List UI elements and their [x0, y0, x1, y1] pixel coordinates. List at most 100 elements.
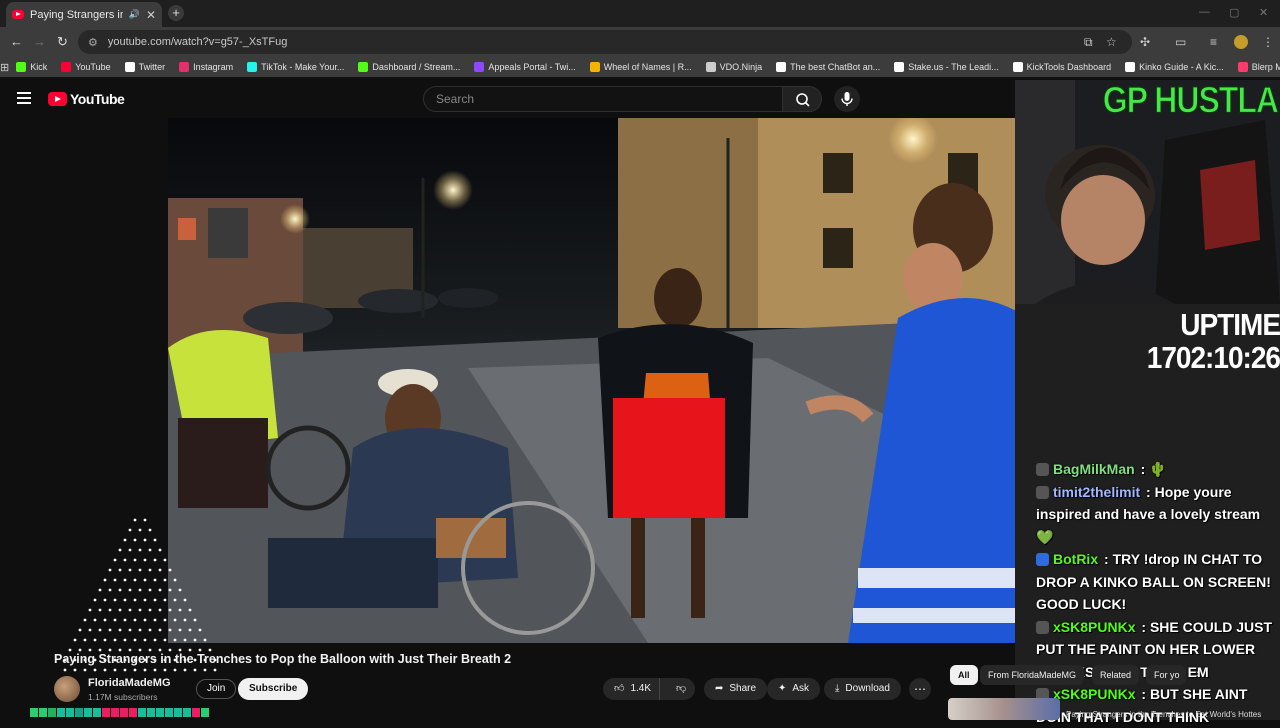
- bookmark-item[interactable]: Kick: [9, 62, 54, 72]
- media-control-icon[interactable]: ≡: [1210, 35, 1217, 49]
- bookmark-item[interactable]: Blerp Memes | Best...: [1231, 62, 1280, 72]
- bookmark-item[interactable]: KickTools Dashboard: [1006, 62, 1119, 72]
- chat-username: BagMilkMan: [1053, 461, 1135, 477]
- bookmark-item[interactable]: Instagram: [172, 62, 240, 72]
- dislike-button[interactable]: 👎︎: [666, 678, 696, 700]
- next-video-title[interactable]: Paying Strangers in the Trenches to Eat …: [1066, 710, 1261, 719]
- decoration-dot: [143, 598, 147, 602]
- webcam-feed: GP HUSTLA: [1015, 80, 1280, 304]
- search-input[interactable]: Search: [423, 86, 783, 112]
- decoration-dot: [138, 608, 142, 612]
- reload-icon[interactable]: ↻: [57, 34, 68, 50]
- decoration-dot: [108, 628, 112, 632]
- decoration-dot: [203, 638, 207, 642]
- bookmark-star-icon[interactable]: ☆: [1106, 35, 1117, 49]
- decoration-dot: [123, 538, 127, 542]
- back-arrow-icon[interactable]: ←: [10, 34, 23, 49]
- site-info-icon[interactable]: ⚙: [88, 36, 98, 49]
- bookmark-item[interactable]: Kinko Guide - A Kic...: [1118, 62, 1231, 72]
- bookmark-item[interactable]: Appeals Portal - Twi...: [467, 62, 582, 72]
- download-button[interactable]: ⤓ Download: [824, 678, 901, 700]
- decoration-dot: [143, 668, 147, 672]
- color-strip-cell: [129, 708, 137, 717]
- video-player[interactable]: [168, 118, 1015, 643]
- forward-arrow-icon[interactable]: →: [33, 34, 46, 49]
- chip-related[interactable]: Related: [1092, 665, 1140, 685]
- address-bar[interactable]: ⚙ youtube.com/watch?v=g57-_XsTFug: [78, 30, 1132, 54]
- next-video-thumbnail[interactable]: [948, 698, 1060, 720]
- bookmark-item[interactable]: Dashboard / Stream...: [351, 62, 467, 72]
- decoration-dot: [148, 628, 152, 632]
- decoration-dot: [188, 628, 192, 632]
- menu-kebab-icon[interactable]: ⋮: [1262, 35, 1274, 49]
- browser-tab-active[interactable]: Paying Strangers in the Tren 🔊 ✕: [6, 2, 162, 27]
- decoration-dot: [103, 578, 107, 582]
- close-window-icon[interactable]: ✕: [1259, 6, 1268, 19]
- decoration-dot: [138, 648, 142, 652]
- chevron-right-icon[interactable]: ›: [1196, 668, 1200, 680]
- search-button[interactable]: [782, 86, 822, 112]
- youtube-logo[interactable]: YouTube: [48, 91, 125, 107]
- bookmark-favicon-icon: [16, 62, 27, 72]
- bookmark-item[interactable]: VDO.Ninja: [699, 62, 770, 72]
- voice-search-button[interactable]: [834, 86, 860, 112]
- speaker-icon[interactable]: 🔊: [129, 9, 140, 20]
- bookmark-label: Kinko Guide - A Kic...: [1139, 62, 1224, 72]
- bookmark-item[interactable]: Twitter: [118, 62, 173, 72]
- cast-icon[interactable]: ▭: [1175, 35, 1186, 49]
- bookmark-label: Appeals Portal - Twi...: [488, 62, 576, 72]
- decoration-dot: [208, 648, 212, 652]
- chip-all[interactable]: All: [950, 665, 978, 685]
- decoration-dot: [158, 588, 162, 592]
- bookmark-label: Stake.us - The Leadi...: [908, 62, 999, 72]
- decoration-dot: [88, 608, 92, 612]
- decoration-dot: [113, 618, 117, 622]
- chat-badge-icon: [1036, 553, 1049, 566]
- decoration-dot: [153, 618, 157, 622]
- new-tab-button[interactable]: +: [168, 5, 184, 21]
- channel-name[interactable]: FloridaMadeMG: [88, 677, 171, 689]
- decoration-dot: [163, 578, 167, 582]
- bookmark-item[interactable]: The best ChatBot an...: [769, 62, 887, 72]
- decoration-dot: [153, 598, 157, 602]
- close-tab-icon[interactable]: ✕: [146, 8, 156, 22]
- bookmark-item[interactable]: Wheel of Names | R...: [583, 62, 699, 72]
- bookmark-item[interactable]: Stake.us - The Leadi...: [887, 62, 1005, 72]
- chat-text: 🌵: [1149, 461, 1167, 477]
- share-button[interactable]: ➦ Share: [704, 678, 768, 700]
- minimize-icon[interactable]: —: [1199, 6, 1210, 18]
- decoration-dot: [133, 518, 137, 522]
- extensions-icon[interactable]: ✣: [1140, 35, 1150, 49]
- youtube-favicon-icon: [12, 10, 24, 19]
- decoration-dot: [83, 668, 87, 672]
- hamburger-menu-icon[interactable]: [17, 92, 31, 104]
- install-app-icon[interactable]: ⧉: [1084, 35, 1093, 50]
- chip-for-you[interactable]: For yo: [1146, 665, 1186, 685]
- chip-from-channel[interactable]: From FloridaMadeMG: [980, 665, 1085, 685]
- bookmark-favicon-icon: [1237, 62, 1248, 72]
- decoration-dot: [93, 618, 97, 622]
- bookmark-item[interactable]: TikTok - Make Your...: [240, 62, 351, 72]
- bookmarks-bar: ⊞ Kick YouTube Twitter Instagram TikTok - Ma…: [0, 57, 1280, 77]
- join-button[interactable]: Join: [196, 679, 237, 699]
- decoration-dot: [138, 588, 142, 592]
- bookmark-item[interactable]: YouTube: [54, 62, 117, 72]
- decoration-dot: [118, 588, 122, 592]
- subscribe-button[interactable]: Subscribe: [238, 678, 309, 700]
- channel-avatar[interactable]: [54, 676, 80, 702]
- chat-separator: :: [1142, 483, 1155, 500]
- more-actions-icon[interactable]: ⋯: [909, 678, 931, 700]
- apps-grid-icon[interactable]: ⊞: [0, 61, 9, 74]
- color-strip-cell: [147, 708, 155, 717]
- decoration-dot: [178, 648, 182, 652]
- profile-avatar[interactable]: [1234, 35, 1248, 49]
- maximize-icon[interactable]: ▢: [1229, 6, 1239, 19]
- decoration-dot: [143, 538, 147, 542]
- download-icon: ⤓: [835, 683, 840, 694]
- ask-button[interactable]: ✦ Ask: [767, 678, 821, 700]
- search-icon: [796, 93, 810, 107]
- like-button[interactable]: 👍︎ 1.4K: [603, 678, 661, 700]
- decoration-dot: [158, 568, 162, 572]
- decoration-dot: [148, 568, 152, 572]
- decoration-dot: [113, 668, 117, 672]
